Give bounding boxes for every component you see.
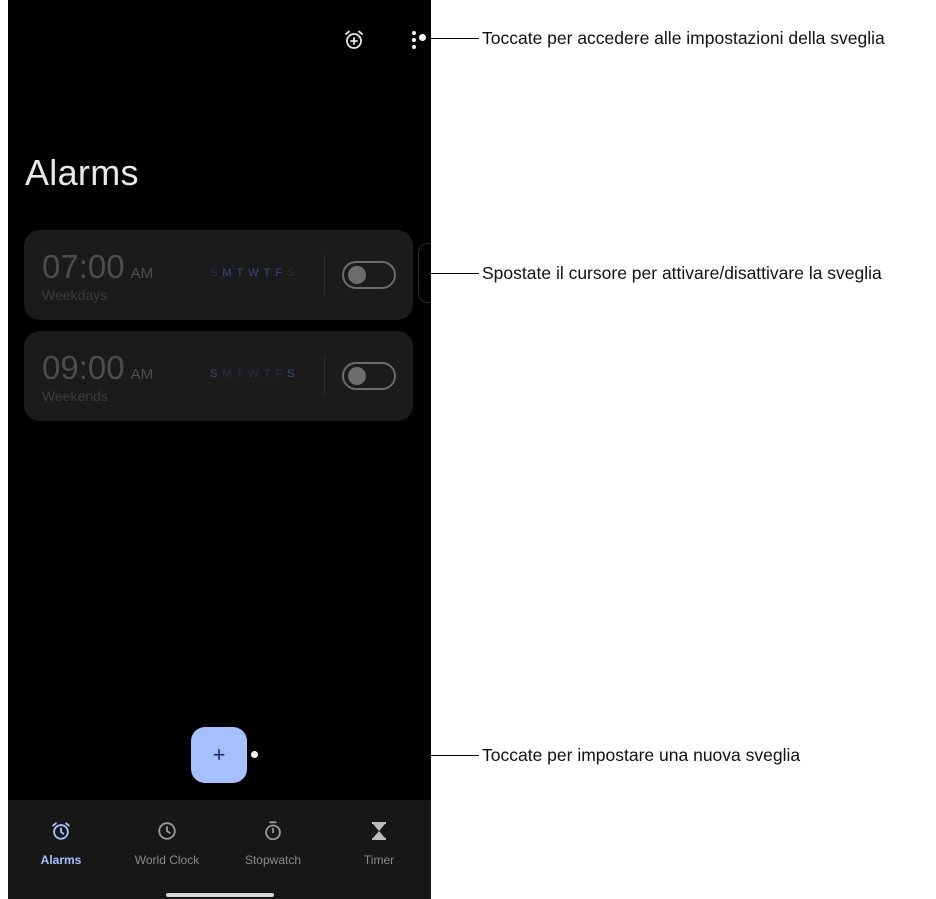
toggle-knob — [348, 367, 366, 385]
callout-dot — [250, 750, 259, 759]
hourglass-icon — [370, 820, 388, 842]
alarm-time: 07:00 AM — [42, 248, 153, 286]
tab-label: Alarms — [40, 853, 82, 867]
tab-label: Timer — [363, 853, 395, 867]
plus-icon: + — [212, 742, 226, 767]
alarm-toggle[interactable] — [342, 362, 396, 390]
page-title: Alarms — [25, 152, 139, 193]
day-letter: W — [248, 368, 259, 380]
card-divider — [324, 355, 325, 395]
alarm-card[interactable]: 09:00 AM Weekends S M T W T F S — [24, 331, 413, 421]
callout-dot — [418, 33, 427, 42]
day-letter: S — [210, 267, 218, 279]
alarm-days: S M T W T F S — [210, 368, 294, 380]
alarm-time-value: 07:00 — [42, 248, 125, 285]
day-letter: M — [222, 368, 232, 380]
day-letter: T — [263, 267, 271, 279]
alarm-ampm: AM — [130, 366, 154, 383]
callout-line — [418, 273, 479, 274]
home-indicator — [166, 893, 274, 897]
alarm-time-value: 09:00 — [42, 349, 125, 386]
tab-world-clock[interactable]: World Clock — [114, 800, 220, 880]
tab-label: World Clock — [134, 853, 200, 867]
alarm-add-icon[interactable] — [336, 22, 372, 58]
day-letter: T — [236, 267, 244, 279]
alarm-repeat-label: Weekdays — [42, 287, 108, 303]
alarm-card[interactable]: 07:00 AM Weekdays S M T W T F S — [24, 230, 413, 320]
alarm-time: 09:00 AM — [42, 349, 153, 387]
alarm-repeat-label: Weekends — [42, 388, 108, 404]
stopwatch-icon — [262, 820, 284, 842]
tab-timer[interactable]: Timer — [326, 800, 431, 880]
day-letter: M — [222, 267, 232, 279]
alarm-ampm: AM — [130, 265, 154, 282]
callout-toggle-text: Spostate il cursore per attivare/disatti… — [482, 263, 882, 283]
day-letter: T — [263, 368, 271, 380]
alarm-days: S M T W T F S — [210, 267, 294, 279]
toggle-knob — [348, 266, 366, 284]
tab-alarms[interactable]: Alarms — [8, 800, 114, 880]
callout-line — [259, 755, 479, 756]
day-letter: T — [236, 368, 244, 380]
day-letter: S — [287, 267, 295, 279]
phone-screen: Alarms 07:00 AM Weekdays S M T W T F S 09… — [8, 0, 431, 899]
clock-icon — [156, 820, 178, 842]
alarm-icon — [50, 820, 72, 842]
day-letter: S — [210, 368, 218, 380]
bottom-nav: Alarms World Clock Stopwatch Timer — [8, 800, 431, 899]
callout-new-alarm-text: Toccate per impostare una nuova sveglia — [482, 745, 801, 765]
card-divider — [324, 254, 325, 294]
day-letter: W — [248, 267, 259, 279]
tab-stopwatch[interactable]: Stopwatch — [220, 800, 326, 880]
day-letter: F — [275, 368, 283, 380]
day-letter: F — [275, 267, 283, 279]
day-letter: S — [287, 368, 295, 380]
tab-label: Stopwatch — [244, 853, 302, 867]
alarm-toggle[interactable] — [342, 261, 396, 289]
callout-settings-text: Toccate per accedere alle impostazioni d… — [482, 28, 885, 48]
callout-line — [427, 38, 479, 39]
add-alarm-button[interactable]: + — [191, 727, 247, 783]
